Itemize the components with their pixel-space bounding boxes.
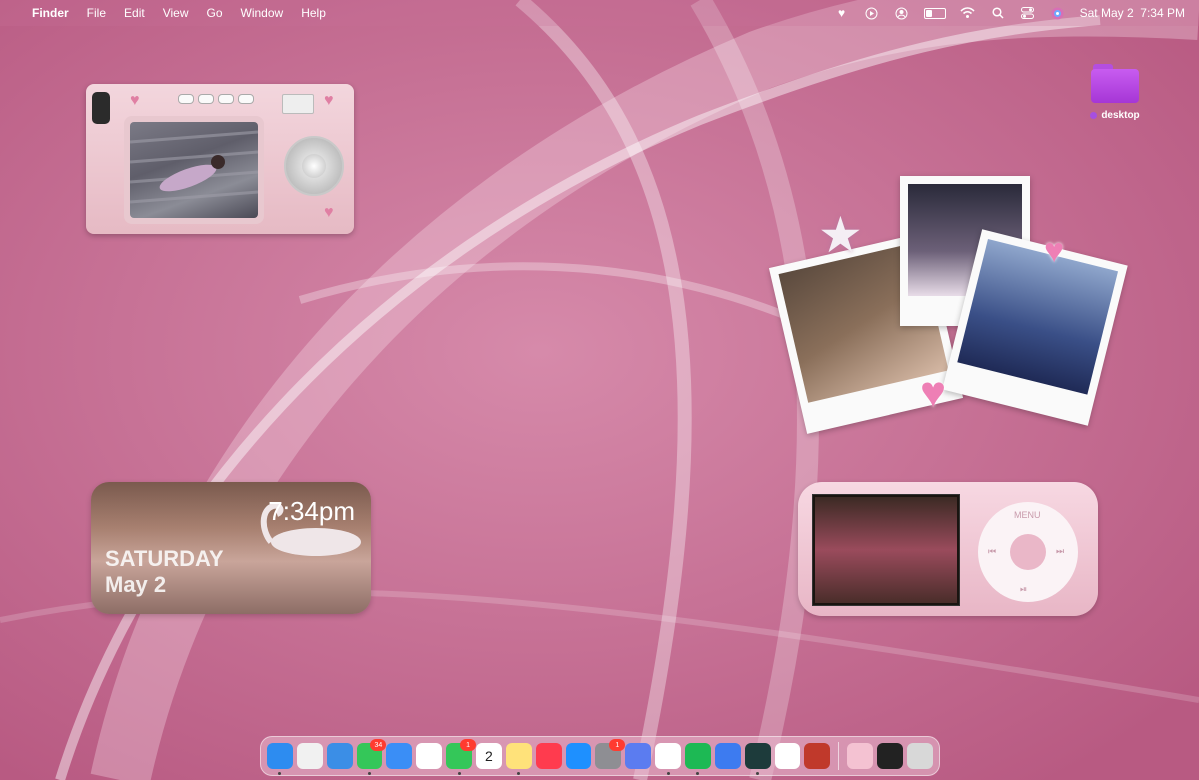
desktop-folder[interactable]: desktop: [1082, 64, 1148, 121]
battery-icon[interactable]: [923, 7, 946, 19]
dock-calendar-icon[interactable]: 2: [476, 743, 502, 769]
camera-photo-widget[interactable]: ♥ ♥ ♥: [86, 84, 354, 234]
menu-window[interactable]: Window: [241, 6, 284, 20]
dock-launchpad-icon[interactable]: [296, 743, 323, 769]
camera-screen: [124, 116, 264, 224]
ipod-center-button[interactable]: [1010, 534, 1046, 570]
wifi-icon[interactable]: [960, 5, 976, 21]
running-indicator: [696, 772, 700, 775]
clock-time: 7:34pm: [268, 496, 355, 526]
folder-tag-dot: [1090, 112, 1098, 119]
camera-buttons: [178, 94, 254, 104]
dock-facetime-icon[interactable]: 1: [446, 739, 477, 775]
dock: 34 1 2 1: [260, 736, 940, 776]
clock-day: SATURDAY: [105, 546, 224, 571]
dock-roblox-icon[interactable]: [714, 743, 741, 769]
dock-news-icon[interactable]: [535, 743, 562, 769]
dock-separator: [838, 742, 840, 770]
dock-system-settings-icon[interactable]: 1: [595, 739, 626, 769]
control-center-icon[interactable]: [1020, 5, 1036, 21]
notification-badge: 1: [609, 739, 626, 751]
heart-sticker-icon: ♥: [324, 204, 334, 221]
running-indicator: [278, 772, 282, 775]
dock-app-store-icon[interactable]: [565, 743, 592, 769]
heart-gem-sticker-icon: ♥: [920, 368, 947, 417]
ipod-prev-button[interactable]: ⏮: [988, 546, 996, 557]
running-indicator: [756, 772, 760, 775]
camera-dial: [284, 136, 344, 196]
dock-finder-icon[interactable]: [267, 743, 293, 775]
running-indicator: [517, 772, 521, 775]
folder-label: desktop: [1101, 110, 1140, 121]
camera-photo: [130, 122, 258, 218]
dock-photo-booth-icon[interactable]: [804, 743, 831, 769]
camera-mini-screen: [282, 94, 314, 114]
dock-screenshot-preview-icon[interactable]: [877, 743, 904, 769]
camera-lens-icon: [92, 92, 110, 124]
dock-trash-icon[interactable]: [907, 743, 933, 769]
heart-icon[interactable]: ♥: [834, 5, 850, 21]
notification-badge: 34: [370, 739, 387, 751]
heart-gem-sticker-icon: ♥: [1044, 232, 1065, 270]
dock-chrome-icon[interactable]: [655, 743, 682, 775]
heart-sticker-icon: ♥: [324, 92, 334, 109]
menu-edit[interactable]: Edit: [124, 6, 145, 20]
dock-icon-label: 2: [485, 748, 493, 764]
folder-icon: [1091, 64, 1139, 104]
running-indicator: [666, 772, 670, 775]
menu-help[interactable]: Help: [301, 6, 326, 20]
ipod-click-wheel[interactable]: MENU ⏮ ⏭ ⏯: [978, 502, 1078, 602]
menu-go[interactable]: Go: [207, 6, 223, 20]
dock-notes-icon[interactable]: [505, 743, 532, 775]
ipod-screen: [812, 494, 960, 606]
dock-capcut-icon[interactable]: [744, 743, 771, 775]
menu-view[interactable]: View: [163, 6, 189, 20]
dock-spotify-icon[interactable]: [685, 743, 711, 775]
dock-pink-widget-app-icon[interactable]: [847, 743, 874, 769]
clock-widget[interactable]: 7:34pm SATURDAY May 2: [91, 482, 371, 614]
running-indicator: [457, 772, 461, 775]
ipod-play-pause-button[interactable]: ⏯: [1020, 584, 1027, 595]
album-art: [815, 497, 957, 603]
siri-icon[interactable]: [1050, 5, 1066, 21]
ipod-menu-button[interactable]: MENU: [1014, 510, 1041, 520]
dock-safari-icon[interactable]: [326, 743, 353, 769]
dock-mail-icon[interactable]: [386, 743, 413, 769]
play-icon[interactable]: [864, 5, 880, 21]
running-indicator: [368, 772, 371, 775]
menu-clock[interactable]: Sat May 2 7:34 PM: [1080, 6, 1185, 20]
ipod-music-widget[interactable]: MENU ⏮ ⏭ ⏯: [798, 482, 1098, 616]
user-icon[interactable]: [894, 5, 910, 21]
dock-simulator-icon[interactable]: [625, 743, 652, 769]
dock-photos-icon[interactable]: [416, 743, 443, 769]
menu-bar: Finder File Edit View Go Window Help ♥ S…: [0, 0, 1199, 26]
menu-file[interactable]: File: [87, 6, 106, 20]
heart-sticker-icon: ♥: [130, 92, 140, 109]
star-sticker-icon: ★: [818, 207, 863, 263]
dock-claude-icon[interactable]: [774, 743, 801, 769]
menu-app-name[interactable]: Finder: [32, 6, 69, 20]
dock-messages-icon[interactable]: 34: [356, 739, 387, 775]
clock-date: May 2: [105, 572, 167, 597]
ipod-next-button[interactable]: ⏭: [1056, 546, 1064, 557]
notification-badge: 1: [460, 739, 477, 751]
search-icon[interactable]: [990, 5, 1006, 21]
